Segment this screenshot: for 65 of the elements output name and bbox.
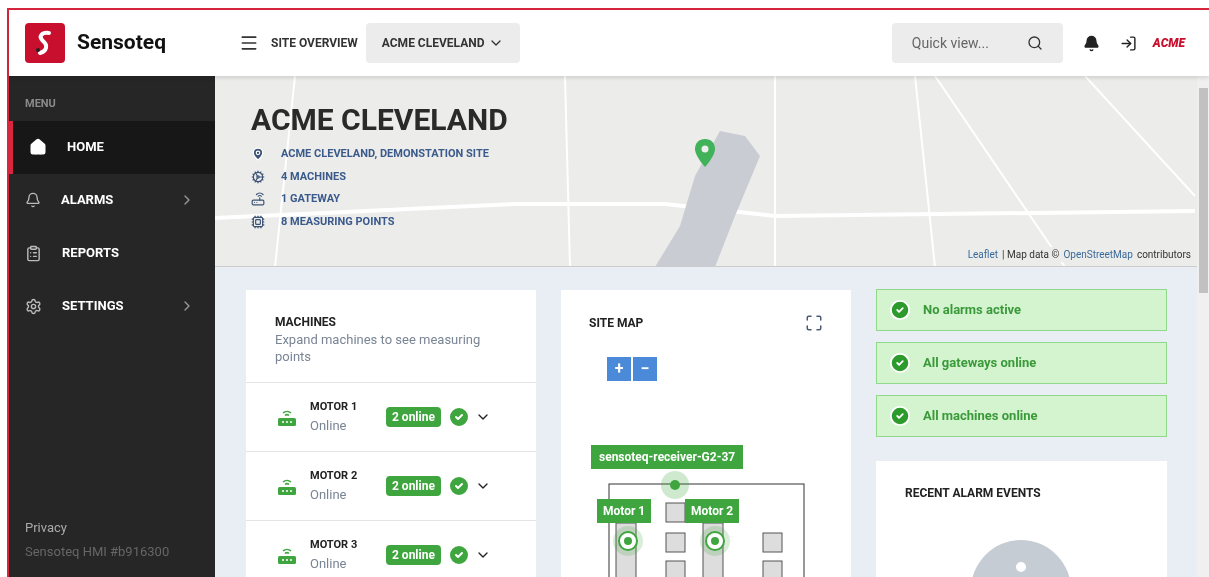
online-count: 2 online: [386, 407, 441, 427]
version-text: Sensoteq HMI #b916300: [25, 542, 171, 561]
fullscreen-icon[interactable]: [805, 314, 823, 332]
site-dropdown[interactable]: ACME CLEVELAND: [365, 23, 521, 63]
sidebar-item[interactable]: HOME: [9, 120, 215, 174]
gateway-marker-icon: [660, 470, 690, 500]
menu-icon[interactable]: [239, 33, 259, 53]
privacy-link[interactable]: Privacy: [25, 518, 199, 538]
scrollbar-thumb[interactable]: [1198, 88, 1208, 293]
nav-label: SITE OVERVIEW: [271, 35, 358, 52]
sidebar-item[interactable]: ALARMS: [9, 173, 215, 227]
status-alert: No alarms active: [876, 289, 1167, 331]
motor-label: Motor 1: [597, 499, 652, 523]
gear-icon: [25, 297, 42, 315]
logout-button[interactable]: [1119, 34, 1137, 52]
machine-name: MOTOR 3: [310, 537, 359, 553]
machine-row[interactable]: MOTOR 3 Online 2 online: [246, 521, 536, 577]
brand-logo: ACME: [1152, 35, 1185, 52]
attribution-text: contributors: [1136, 248, 1191, 262]
machine-name: MOTOR 1: [310, 399, 359, 415]
map-pin-icon: [694, 138, 716, 168]
logo-icon: [25, 23, 65, 63]
status-alert: All machines online: [876, 395, 1167, 437]
card-title: MACHINES: [275, 314, 337, 331]
gateway-label: sensoteq-receiver-G2-37: [591, 445, 744, 469]
motor-label: Motor 2: [685, 499, 740, 523]
logo-text: Sensoteq: [77, 29, 166, 57]
router-icon: [251, 192, 265, 207]
machine-row[interactable]: MOTOR 1 Online 2 online: [246, 383, 536, 452]
sidebar-item[interactable]: REPORTS: [9, 226, 215, 280]
site-title: ACME CLEVELAND: [251, 102, 508, 138]
chip-icon: [251, 214, 265, 229]
check-icon: [889, 299, 911, 321]
home-icon: [29, 138, 47, 156]
card-title: RECENT ALARM EVENTS: [905, 485, 1041, 502]
zoom-out-button[interactable]: −: [633, 357, 657, 381]
zoom-in-button[interactable]: +: [607, 357, 631, 381]
clipboard-icon: [25, 244, 42, 262]
machine-status: Online: [310, 554, 348, 573]
card-subtitle: Expand machines to see measuring points: [275, 331, 482, 365]
check-icon: [889, 405, 911, 427]
site-detail: 1 GATEWAY: [281, 191, 341, 207]
sidebar-item[interactable]: SETTINGS: [9, 279, 215, 333]
site-detail: 8 MEASURING POINTS: [281, 213, 395, 230]
search-icon: [1026, 35, 1043, 51]
attribution-text: | Map data ©: [1002, 248, 1060, 262]
site-detail: 4 MACHINES: [281, 168, 346, 185]
machine-name: MOTOR 2: [310, 468, 359, 484]
leaflet-link[interactable]: Leaflet: [967, 247, 999, 262]
card-title: SITE MAP: [589, 315, 644, 332]
machine-status: Online: [310, 416, 348, 435]
online-count: 2 online: [386, 476, 441, 496]
site-detail: ACME CLEVELAND, DEMONSTATION SITE: [281, 146, 489, 162]
check-icon: [889, 352, 911, 374]
search-field[interactable]: Quick view...: [891, 23, 1063, 63]
status-alert: All gateways online: [876, 342, 1167, 384]
machine-status: Online: [310, 485, 348, 504]
menu-label: MENU: [24, 96, 57, 112]
gear-icon: [251, 169, 265, 184]
osm-link[interactable]: OpenStreetMap: [1063, 247, 1133, 262]
notifications-button[interactable]: [1082, 34, 1100, 52]
pin-icon: [251, 147, 265, 162]
bell-icon: [25, 192, 41, 208]
online-count: 2 online: [386, 545, 441, 565]
machine-row[interactable]: MOTOR 2 Online 2 online: [246, 452, 536, 521]
